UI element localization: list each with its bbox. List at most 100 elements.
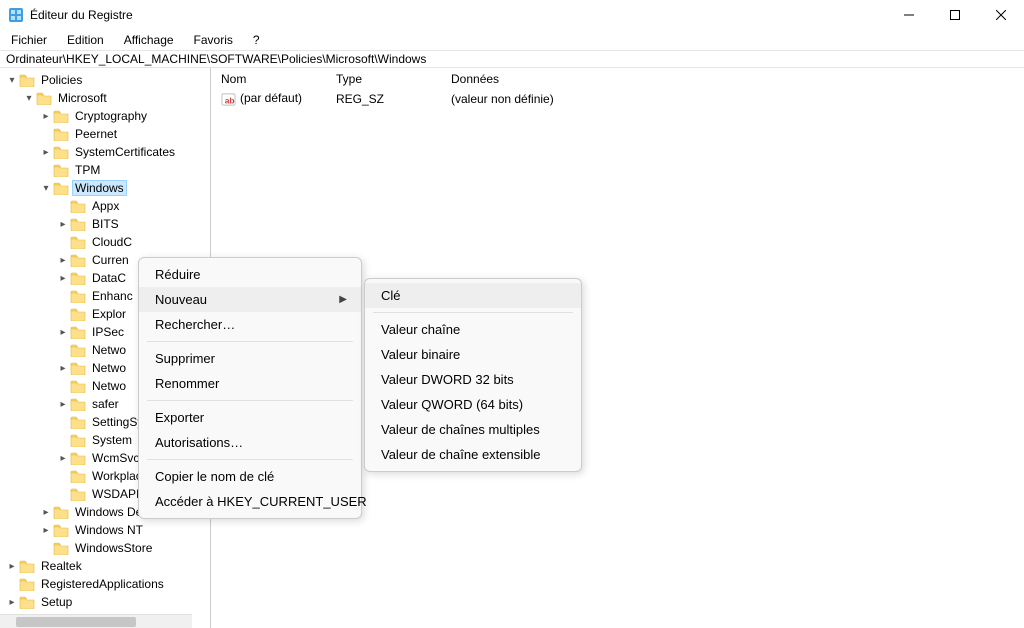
folder-icon xyxy=(70,199,86,213)
menu-aide[interactable]: ? xyxy=(248,32,265,48)
ctx-exporter[interactable]: Exporter xyxy=(139,405,361,430)
folder-icon xyxy=(70,235,86,249)
ctx-nouveau[interactable]: Nouveau ▶ xyxy=(139,287,361,312)
folder-icon xyxy=(53,541,69,555)
separator xyxy=(147,400,353,401)
folder-icon xyxy=(70,289,86,303)
chevron-right-icon[interactable]: ▸ xyxy=(57,327,69,338)
tree-node-appx[interactable]: ▸Appx xyxy=(57,197,210,215)
folder-icon xyxy=(70,415,86,429)
list-cell-type: REG_SZ xyxy=(330,92,445,106)
col-header-type[interactable]: Type xyxy=(330,72,445,86)
ctx-new-cle[interactable]: Clé xyxy=(365,283,581,308)
ctx-new-ext[interactable]: Valeur de chaîne extensible xyxy=(365,442,581,467)
list-row-default[interactable]: (par défaut) REG_SZ (valeur non définie) xyxy=(211,90,1024,108)
folder-icon xyxy=(70,217,86,231)
chevron-right-icon[interactable]: ▸ xyxy=(40,507,52,518)
folder-icon xyxy=(53,109,69,123)
tree-node-windows[interactable]: ▾ Windows xyxy=(40,179,210,197)
ctx-acceder[interactable]: Accéder à HKEY_CURRENT_USER xyxy=(139,489,361,514)
chevron-right-icon[interactable]: ▸ xyxy=(57,399,69,410)
chevron-down-icon[interactable]: ▾ xyxy=(23,93,35,104)
menu-favoris[interactable]: Favoris xyxy=(189,32,238,48)
horizontal-scrollbar[interactable] xyxy=(0,614,192,628)
chevron-down-icon[interactable]: ▾ xyxy=(6,75,18,86)
tree-node-peernet[interactable]: ▸ Peernet xyxy=(40,125,210,143)
tree-node-windowsnt[interactable]: ▸Windows NT xyxy=(40,521,210,539)
ctx-renommer[interactable]: Renommer xyxy=(139,371,361,396)
tree-node-policies[interactable]: ▾ Policies xyxy=(6,71,210,89)
regedit-icon xyxy=(8,7,24,23)
ctx-reduire[interactable]: Réduire xyxy=(139,262,361,287)
folder-icon xyxy=(19,559,35,573)
menu-affichage[interactable]: Affichage xyxy=(119,32,179,48)
chevron-right-icon[interactable]: ▸ xyxy=(6,597,18,608)
address-bar[interactable]: Ordinateur\HKEY_LOCAL_MACHINE\SOFTWARE\P… xyxy=(0,50,1024,68)
chevron-right-icon[interactable]: ▸ xyxy=(40,111,52,122)
folder-icon xyxy=(70,307,86,321)
tree-node-setup[interactable]: ▸Setup xyxy=(6,593,210,611)
ctx-new-multi[interactable]: Valeur de chaînes multiples xyxy=(365,417,581,442)
tree-node-bits[interactable]: ▸BITS xyxy=(57,215,210,233)
chevron-right-icon[interactable]: ▸ xyxy=(57,255,69,266)
folder-icon xyxy=(70,253,86,267)
folder-icon xyxy=(70,271,86,285)
list-header: Nom Type Données xyxy=(211,68,1024,90)
folder-icon xyxy=(70,397,86,411)
list-cell-data: (valeur non définie) xyxy=(445,92,1024,106)
tree-node-microsoft[interactable]: ▾ Microsoft xyxy=(23,89,210,107)
folder-icon xyxy=(53,523,69,537)
chevron-right-icon[interactable]: ▸ xyxy=(57,219,69,230)
chevron-right-icon[interactable]: ▸ xyxy=(40,147,52,158)
minimize-button[interactable] xyxy=(886,0,932,30)
chevron-right-icon[interactable]: ▸ xyxy=(6,561,18,572)
titlebar: Éditeur du Registre xyxy=(0,0,1024,30)
chevron-right-icon[interactable]: ▸ xyxy=(57,273,69,284)
tree-node-cloudc[interactable]: ▸CloudC xyxy=(57,233,210,251)
ctx-supprimer[interactable]: Supprimer xyxy=(139,346,361,371)
window-title: Éditeur du Registre xyxy=(30,8,133,22)
ctx-autorisations[interactable]: Autorisations… xyxy=(139,430,361,455)
chevron-right-icon[interactable]: ▸ xyxy=(57,453,69,464)
folder-icon xyxy=(70,469,86,483)
tree-node-registeredapplications[interactable]: ▸RegisteredApplications xyxy=(6,575,210,593)
folder-icon xyxy=(53,145,69,159)
menu-fichier[interactable]: Fichier xyxy=(6,32,52,48)
chevron-right-icon[interactable]: ▸ xyxy=(40,525,52,536)
tree-node-windowsstore[interactable]: ▸WindowsStore xyxy=(40,539,210,557)
separator xyxy=(147,341,353,342)
menu-edition[interactable]: Edition xyxy=(62,32,109,48)
folder-icon xyxy=(53,163,69,177)
maximize-button[interactable] xyxy=(932,0,978,30)
scrollbar-thumb[interactable] xyxy=(16,617,136,627)
ctx-rechercher[interactable]: Rechercher… xyxy=(139,312,361,337)
folder-icon xyxy=(36,91,52,105)
tree-node-cryptography[interactable]: ▸ Cryptography xyxy=(40,107,210,125)
col-header-data[interactable]: Données xyxy=(445,72,1024,86)
folder-icon xyxy=(70,487,86,501)
ctx-new-binaire[interactable]: Valeur binaire xyxy=(365,342,581,367)
folder-icon xyxy=(70,325,86,339)
menubar: Fichier Edition Affichage Favoris ? xyxy=(0,30,1024,50)
tree-node-realtek[interactable]: ▸Realtek xyxy=(6,557,210,575)
folder-icon xyxy=(53,181,69,195)
folder-icon xyxy=(70,343,86,357)
context-menu: Réduire Nouveau ▶ Rechercher… Supprimer … xyxy=(138,257,362,519)
tree-node-systemcertificates[interactable]: ▸ SystemCertificates xyxy=(40,143,210,161)
col-header-name[interactable]: Nom xyxy=(215,72,330,86)
folder-icon xyxy=(70,433,86,447)
ctx-new-qword[interactable]: Valeur QWORD (64 bits) xyxy=(365,392,581,417)
context-submenu-nouveau: Clé Valeur chaîne Valeur binaire Valeur … xyxy=(364,278,582,472)
folder-icon xyxy=(19,577,35,591)
chevron-right-icon[interactable]: ▸ xyxy=(57,363,69,374)
reg-sz-icon xyxy=(221,92,236,107)
chevron-down-icon[interactable]: ▾ xyxy=(40,183,52,194)
separator xyxy=(373,312,573,313)
close-button[interactable] xyxy=(978,0,1024,30)
ctx-new-dword[interactable]: Valeur DWORD 32 bits xyxy=(365,367,581,392)
tree-node-tpm[interactable]: ▸ TPM xyxy=(40,161,210,179)
folder-icon xyxy=(19,595,35,609)
folder-icon xyxy=(53,127,69,141)
ctx-new-chaine[interactable]: Valeur chaîne xyxy=(365,317,581,342)
ctx-copier[interactable]: Copier le nom de clé xyxy=(139,464,361,489)
